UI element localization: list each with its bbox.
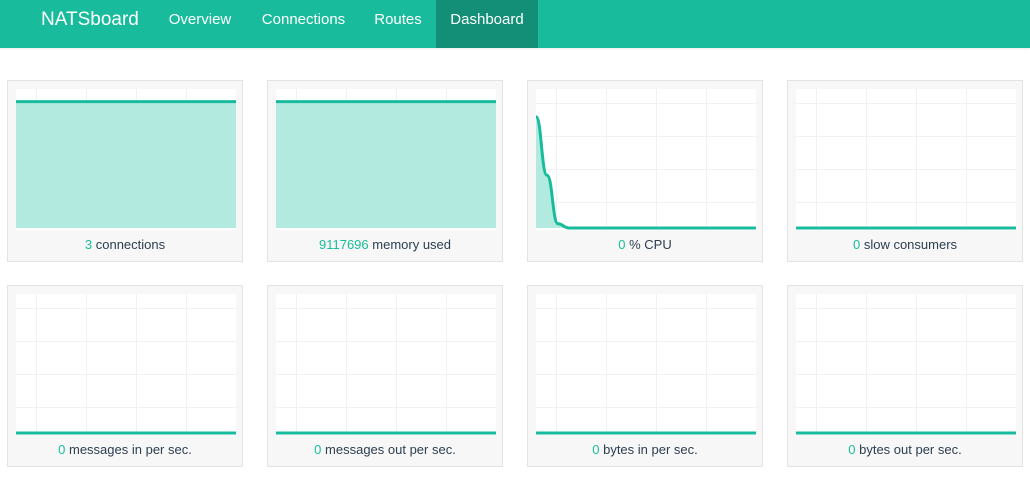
memory-series-area [276, 101, 496, 228]
bytes-in-caption: 0 bytes in per sec. [528, 441, 762, 459]
memory-caption: 9117696 memory used [268, 236, 502, 254]
messages-out-value: 0 [314, 442, 322, 457]
panel-messages-in: 0 messages in per sec. [7, 285, 243, 467]
navbar: NATSboard Overview Connections Routes Da… [0, 0, 1030, 48]
messages-out-chart [276, 294, 496, 435]
messages-in-value: 0 [58, 442, 66, 457]
nav-item-overview[interactable]: Overview [153, 0, 247, 48]
messages-out-label: messages out per sec. [325, 442, 456, 457]
messages-in-label: messages in per sec. [69, 442, 192, 457]
bytes-in-value: 0 [592, 442, 600, 457]
cpu-chart-svg [536, 89, 756, 230]
brand-link[interactable]: NATSboard [41, 0, 139, 40]
cpu-series-area [536, 116, 756, 228]
memory-value: 9117696 [318, 237, 369, 252]
connections-value: 3 [84, 237, 93, 252]
bytes-out-chart [796, 294, 1016, 435]
messages-out-caption: 0 messages out per sec. [268, 441, 502, 459]
bytes-in-label: bytes in per sec. [603, 442, 698, 457]
bytes-out-value: 0 [848, 442, 856, 457]
slow-consumers-chart [796, 89, 1016, 230]
connections-chart-svg [16, 89, 236, 228]
connections-chart [16, 89, 236, 230]
connections-caption: 3 connections [8, 236, 242, 254]
nav-item-routes[interactable]: Routes [360, 0, 436, 48]
messages-in-chart-svg [16, 294, 236, 435]
panel-connections: 3 connections [7, 80, 243, 262]
bytes-out-chart-svg [796, 294, 1016, 435]
panel-bytes-in: 0 bytes in per sec. [527, 285, 763, 467]
slow-consumers-chart-svg [796, 89, 1016, 230]
connections-series-area [16, 101, 236, 228]
cpu-caption: 0 % CPU [528, 236, 762, 254]
slow-consumers-label: slow consumers [863, 237, 958, 252]
panel-memory: 9117696 memory used [267, 80, 503, 262]
cpu-chart [536, 89, 756, 230]
slow-consumers-caption: 0 slow consumers [788, 236, 1022, 254]
messages-in-chart [16, 294, 236, 435]
bytes-in-chart [536, 294, 756, 435]
memory-label: memory used [372, 237, 452, 252]
nav-item-dashboard[interactable]: Dashboard [436, 0, 538, 48]
memory-chart [276, 89, 496, 230]
slow-consumers-value: 0 [852, 237, 861, 252]
cpu-label: % CPU [629, 237, 672, 252]
memory-chart-svg [276, 89, 496, 228]
panel-cpu: 0 % CPU [527, 80, 763, 262]
cpu-value: 0 [618, 237, 626, 252]
bytes-out-label: bytes out per sec. [859, 442, 962, 457]
bytes-out-caption: 0 bytes out per sec. [788, 441, 1022, 459]
cpu-series-line [536, 115, 756, 230]
connections-label: connections [95, 237, 166, 252]
panel-slow-consumers: 0 slow consumers [787, 80, 1023, 262]
panel-bytes-out: 0 bytes out per sec. [787, 285, 1023, 467]
messages-in-caption: 0 messages in per sec. [8, 441, 242, 459]
nav-item-connections[interactable]: Connections [247, 0, 360, 48]
bytes-in-chart-svg [536, 294, 756, 435]
panel-messages-out: 0 messages out per sec. [267, 285, 503, 467]
messages-out-chart-svg [276, 294, 496, 435]
